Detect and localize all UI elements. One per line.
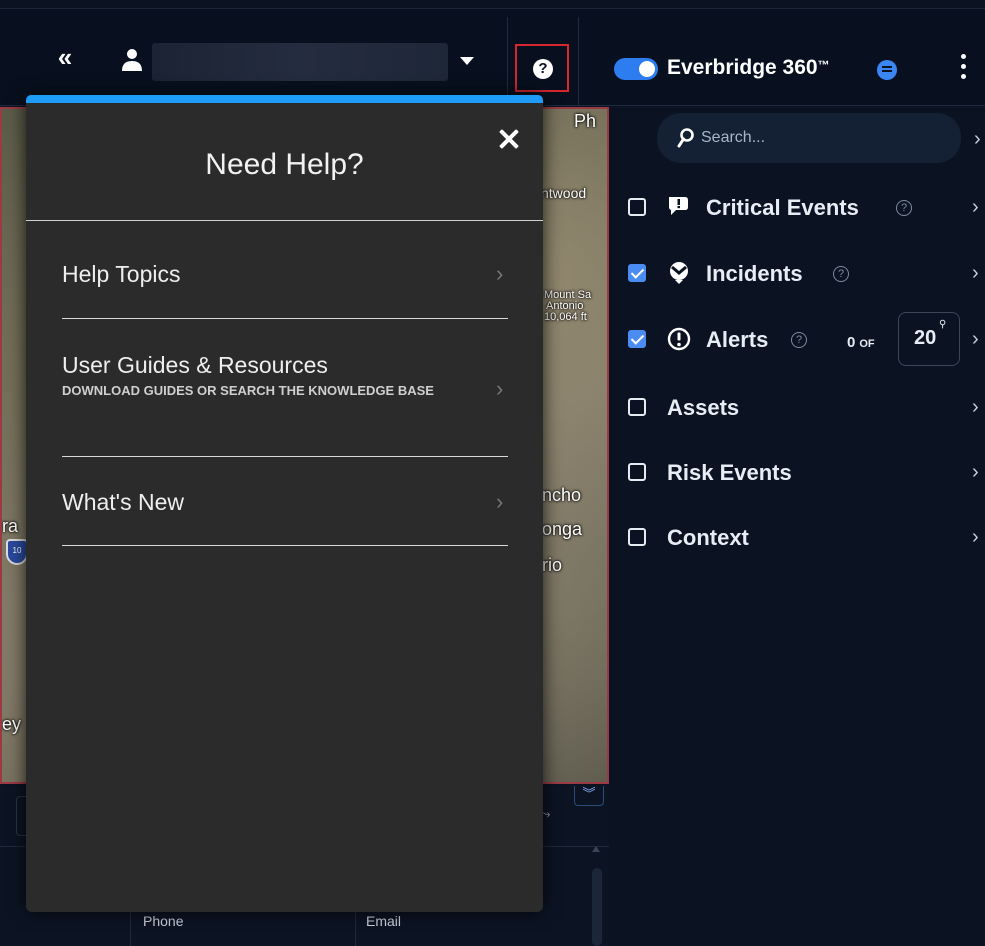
column-divider bbox=[355, 906, 356, 946]
layer-label: Alerts bbox=[706, 327, 769, 352]
chevron-right-icon: › bbox=[972, 196, 979, 218]
highway-shield-icon: 10 bbox=[6, 539, 28, 565]
divider bbox=[507, 17, 508, 105]
user-account-dropdown[interactable] bbox=[152, 43, 482, 81]
top-bar: « ? Everbridge 360™ bbox=[0, 8, 985, 106]
map-place-label: 10,064 ft bbox=[544, 311, 587, 323]
more-options-button[interactable] bbox=[954, 54, 974, 82]
map-place-label: onga bbox=[542, 519, 583, 539]
chat-icon[interactable] bbox=[877, 60, 897, 80]
help-item-subtitle: DOWNLOAD GUIDES OR SEARCH THE KNOWLEDGE … bbox=[62, 383, 434, 398]
layer-checkbox[interactable] bbox=[628, 264, 646, 282]
layer-critical-events[interactable]: Critical Events ? › bbox=[628, 192, 985, 222]
layer-alerts[interactable]: Alerts ? 0 OF 20 ⚲ › bbox=[628, 312, 985, 366]
layer-checkbox[interactable] bbox=[628, 528, 646, 546]
layer-checkbox[interactable] bbox=[628, 198, 646, 216]
chevron-down-icon bbox=[460, 57, 474, 65]
exclamation-circle-icon bbox=[667, 327, 691, 351]
layer-context[interactable]: Context › bbox=[628, 522, 985, 552]
column-divider bbox=[130, 906, 131, 946]
alerts-limit-field[interactable]: 20 ⚲ bbox=[898, 312, 960, 366]
layer-checkbox[interactable] bbox=[628, 398, 646, 416]
chevron-right-icon: › bbox=[972, 526, 979, 548]
question-circle-icon: ? bbox=[533, 59, 553, 79]
app-root: « ? Everbridge 360™ Ph ntwood Mount Sa A… bbox=[0, 0, 985, 946]
map-place-label: ey bbox=[2, 714, 22, 734]
incident-icon bbox=[670, 262, 688, 284]
redacted-user-name bbox=[152, 43, 448, 81]
help-hint-icon[interactable]: ? bbox=[791, 332, 807, 348]
search-placeholder: Search... bbox=[701, 129, 766, 146]
help-item-whats-new[interactable]: What's New › bbox=[62, 489, 508, 516]
map-place-label: ncho bbox=[542, 485, 582, 505]
column-header-phone[interactable]: Phone bbox=[143, 913, 183, 929]
user-icon bbox=[122, 49, 142, 71]
layer-label: Critical Events bbox=[706, 195, 859, 220]
alerts-count: 0 OF bbox=[847, 334, 875, 351]
layer-assets[interactable]: Assets › bbox=[628, 392, 985, 422]
map-place-label: rio bbox=[542, 555, 563, 575]
layer-label: Risk Events bbox=[667, 460, 792, 485]
layer-checkbox[interactable] bbox=[628, 330, 646, 348]
chevron-right-icon: › bbox=[972, 262, 979, 284]
help-item-user-guides[interactable]: User Guides & Resources DOWNLOAD GUIDES … bbox=[62, 352, 508, 401]
layer-search-input[interactable]: Search... bbox=[657, 113, 961, 163]
column-header-email[interactable]: Email bbox=[366, 913, 401, 929]
chevron-right-icon[interactable]: › bbox=[974, 128, 981, 151]
help-dialog: Need Help? Help Topics › User Guides & R… bbox=[26, 95, 543, 912]
brand-title: Everbridge 360™ bbox=[667, 56, 830, 80]
alerts-count-value: 0 bbox=[847, 334, 856, 351]
layer-checkbox[interactable] bbox=[628, 463, 646, 481]
help-item-label: What's New bbox=[62, 489, 184, 515]
chevron-right-icon: › bbox=[972, 396, 979, 418]
alerts-count-of: OF bbox=[859, 338, 875, 350]
help-item-help-topics[interactable]: Help Topics › bbox=[62, 261, 508, 288]
kebab-dot bbox=[961, 54, 966, 59]
collapse-panel-button[interactable]: « bbox=[52, 44, 78, 72]
map-place-label: ra bbox=[2, 516, 19, 536]
collapse-table-button[interactable]: ︾ bbox=[574, 786, 604, 806]
chevron-right-icon: › bbox=[972, 461, 979, 483]
divider bbox=[578, 17, 579, 105]
map-place-label: Ph bbox=[574, 111, 597, 131]
chevron-right-icon: › bbox=[972, 328, 979, 350]
layer-risk-events[interactable]: Risk Events › bbox=[628, 457, 985, 487]
help-item-label: User Guides & Resources bbox=[62, 352, 328, 378]
trademark-mark: ™ bbox=[817, 58, 830, 72]
divider bbox=[62, 545, 508, 546]
layer-label: Context bbox=[667, 525, 749, 550]
map-place-label: ntwood bbox=[541, 185, 587, 201]
alerts-limit-value: 20 bbox=[914, 327, 937, 349]
layer-label: Assets bbox=[667, 395, 740, 420]
toggle-knob bbox=[639, 61, 655, 77]
layer-label: Incidents bbox=[706, 261, 803, 286]
everbridge-360-toggle[interactable] bbox=[614, 58, 658, 80]
chevron-right-icon: › bbox=[496, 376, 504, 401]
chevron-right-icon: › bbox=[496, 261, 504, 286]
kebab-dot bbox=[961, 74, 966, 79]
help-hint-icon[interactable]: ? bbox=[896, 200, 912, 216]
divider bbox=[62, 456, 508, 457]
kebab-dot bbox=[961, 64, 966, 69]
chevron-right-icon: › bbox=[496, 489, 504, 514]
layer-incidents[interactable]: Incidents ? › bbox=[628, 258, 985, 288]
divider bbox=[26, 220, 543, 221]
close-icon[interactable] bbox=[496, 127, 522, 153]
search-icon: ⚲ bbox=[939, 319, 947, 330]
brand-name: Everbridge 360 bbox=[667, 56, 818, 79]
chat-alert-icon bbox=[669, 197, 688, 215]
divider bbox=[62, 318, 508, 319]
scrollbar-thumb[interactable] bbox=[592, 868, 602, 946]
search-icon bbox=[677, 128, 694, 148]
dialog-title: Need Help? bbox=[205, 148, 364, 181]
help-hint-icon[interactable]: ? bbox=[833, 266, 849, 282]
scroll-up-arrow[interactable] bbox=[592, 846, 600, 852]
help-button[interactable]: ? bbox=[515, 44, 569, 92]
help-item-label: Help Topics bbox=[62, 261, 181, 287]
